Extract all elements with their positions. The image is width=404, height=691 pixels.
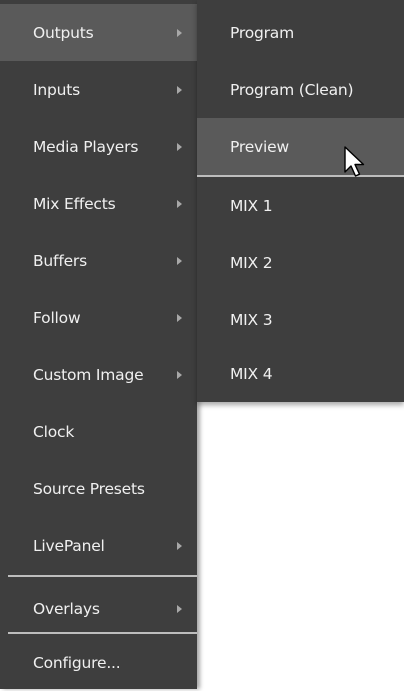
menu-item-label: Buffers	[33, 251, 87, 270]
mouse-pointer-icon	[344, 146, 365, 177]
menu-item-label: Clock	[33, 422, 75, 441]
menu-item-label: Configure...	[33, 653, 121, 672]
chevron-right-icon	[177, 604, 182, 613]
chevron-right-icon	[177, 370, 182, 379]
menu-item-outputs[interactable]: Outputs	[0, 4, 197, 61]
chevron-right-icon	[177, 142, 182, 151]
submenu-item-label: Program	[230, 23, 294, 42]
submenu-item-label: MIX 3	[230, 310, 273, 329]
menu-item-inputs[interactable]: Inputs	[0, 61, 197, 118]
menu-item-configure[interactable]: Configure...	[0, 634, 197, 691]
menu-item-media-players[interactable]: Media Players	[0, 118, 197, 175]
submenu-item-mix-4[interactable]: MIX 4	[197, 345, 404, 402]
chevron-right-icon	[177, 256, 182, 265]
chevron-right-icon	[177, 313, 182, 322]
menu-item-overlays[interactable]: Overlays	[0, 580, 197, 637]
menu-item-label: Follow	[33, 308, 81, 327]
menu-item-label: Source Presets	[33, 479, 145, 498]
chevron-right-icon	[177, 28, 182, 37]
menu-item-label: Media Players	[33, 137, 139, 156]
menu-item-label: Custom Image	[33, 365, 144, 384]
submenu-item-mix-3[interactable]: MIX 3	[197, 291, 404, 348]
chevron-right-icon	[177, 85, 182, 94]
submenu-item-label: MIX 1	[230, 196, 273, 215]
submenu-item-label: Program (Clean)	[230, 80, 354, 99]
menu-item-custom-image[interactable]: Custom Image	[0, 346, 197, 403]
menu-separator	[8, 575, 197, 577]
outputs-submenu: Program Program (Clean) Preview MIX 1 MI…	[197, 0, 404, 402]
menu-item-clock[interactable]: Clock	[0, 403, 197, 460]
submenu-item-program-clean[interactable]: Program (Clean)	[197, 61, 404, 118]
menu-item-source-presets[interactable]: Source Presets	[0, 460, 197, 517]
menu-item-label: Mix Effects	[33, 194, 116, 213]
submenu-item-program[interactable]: Program	[197, 4, 404, 61]
menu-item-livepanel[interactable]: LivePanel	[0, 517, 197, 574]
main-context-menu: Outputs Inputs Media Players Mix Effects…	[0, 0, 197, 689]
menu-item-label: Inputs	[33, 80, 81, 99]
menu-item-buffers[interactable]: Buffers	[0, 232, 197, 289]
submenu-item-mix-1[interactable]: MIX 1	[197, 177, 404, 234]
chevron-right-icon	[177, 541, 182, 550]
chevron-right-icon	[177, 199, 182, 208]
submenu-item-mix-2[interactable]: MIX 2	[197, 234, 404, 291]
submenu-item-label: MIX 2	[230, 253, 273, 272]
menu-item-label: LivePanel	[33, 536, 105, 555]
menu-item-label: Outputs	[33, 23, 94, 42]
menu-item-follow[interactable]: Follow	[0, 289, 197, 346]
submenu-item-label: Preview	[230, 137, 289, 156]
submenu-item-preview[interactable]: Preview	[197, 118, 404, 175]
menu-item-label: Overlays	[33, 599, 100, 618]
menu-item-mix-effects[interactable]: Mix Effects	[0, 175, 197, 232]
submenu-item-label: MIX 4	[230, 364, 273, 383]
